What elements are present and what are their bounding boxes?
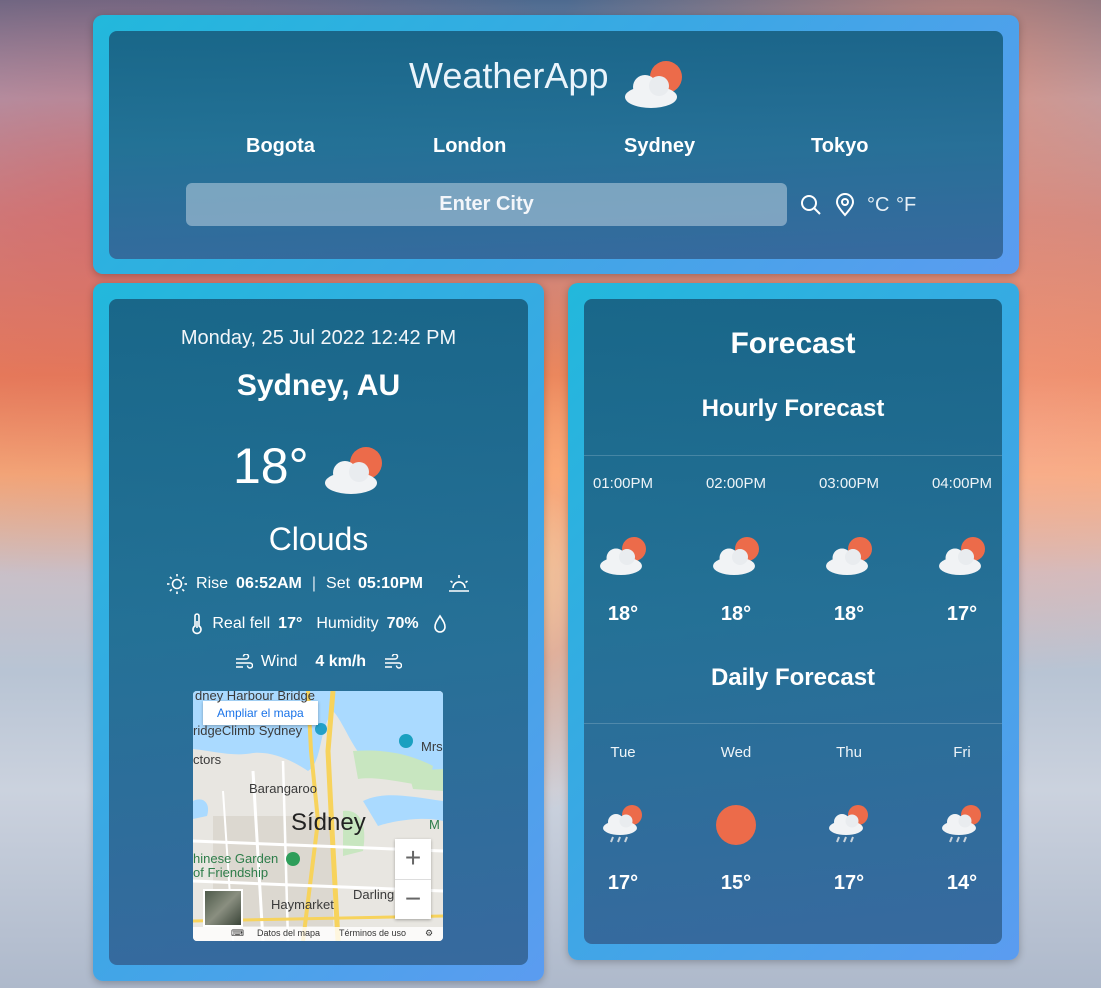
current-temperature: 18° <box>233 438 309 494</box>
city-search-input[interactable] <box>186 183 787 226</box>
hourly-forecast-temp: 18° <box>607 603 639 625</box>
wind-icon <box>235 654 253 669</box>
city-link-bogota[interactable]: Bogota <box>246 135 315 158</box>
daily-forecast-label: Thu <box>836 744 862 761</box>
daily-forecast-title: Daily Forecast <box>710 664 876 691</box>
real-feel-value: 17° <box>278 615 303 632</box>
forecast-frame: Forecast Hourly Forecast 01:00PM 18° 02:00… <box>568 283 1019 960</box>
map-label-garden-2: of Friendship <box>193 865 269 880</box>
search-icon[interactable] <box>799 193 823 217</box>
wind-icon <box>385 654 403 669</box>
daily-forecast-label: Wed <box>720 744 752 761</box>
thermometer-icon <box>192 613 203 635</box>
current-weather-panel: Monday, 25 Jul 2022 12:42 PM Sydney, AU … <box>109 299 528 965</box>
sunrise-time: 06:52AM <box>236 575 302 592</box>
current-weather-frame: Monday, 25 Jul 2022 12:42 PM Sydney, AU … <box>93 283 544 981</box>
city-link-tokyo[interactable]: Tokyo <box>811 135 868 158</box>
hourly-forecast-label: 01:00PM <box>592 475 654 492</box>
current-datetime: Monday, 25 Jul 2022 12:42 PM <box>180 327 457 349</box>
cloud-sun-icon <box>573 535 673 580</box>
sunset-icon <box>448 575 469 592</box>
terms-link[interactable]: Términos de uso <box>339 928 406 938</box>
rain-cloud-sun-icon <box>799 804 899 851</box>
map-data-link[interactable]: Datos del mapa <box>257 928 320 938</box>
hourly-forecast-temp: 17° <box>946 603 978 625</box>
embedded-map[interactable]: Ampliar el mapa dney Harbour Bridge ridg… <box>193 691 443 941</box>
current-condition: Clouds <box>268 521 369 557</box>
map-label-barangaroo: Barangaroo <box>249 781 317 796</box>
separator: | <box>311 575 317 592</box>
sunrise-label: Rise <box>196 575 229 592</box>
sun-icon <box>686 804 786 851</box>
zoom-in-button[interactable]: + <box>395 839 431 879</box>
droplet-icon <box>433 614 446 633</box>
daily-forecast-label: Tue <box>610 744 636 761</box>
humidity-label: Humidity <box>316 615 379 632</box>
rain-cloud-sun-icon <box>573 804 673 851</box>
daily-forecast-temp: 15° <box>720 872 752 894</box>
daily-forecast-temp: 17° <box>833 872 865 894</box>
map-label-mrs: Mrs <box>421 739 443 754</box>
city-link-london[interactable]: London <box>433 135 506 158</box>
unit-fahrenheit-toggle[interactable]: °F <box>896 194 916 217</box>
map-label-bridgeclimb: ridgeClimb Sydney <box>193 723 303 738</box>
satellite-thumbnail[interactable] <box>203 889 243 927</box>
zoom-control: + − <box>395 839 431 919</box>
sunset-time: 05:10PM <box>358 575 423 592</box>
wind-value: 4 km/h <box>315 653 367 670</box>
map-label-garden-1: hinese Garden <box>193 851 279 866</box>
hourly-forecast-title: Hourly Forecast <box>701 395 885 422</box>
humidity-value: 70% <box>386 615 419 632</box>
daily-forecast-temp: 14° <box>946 872 978 894</box>
map-label-ctors: ctors <box>193 752 222 767</box>
real-feel-label: Real fell <box>212 615 271 632</box>
wind-row: Wind 4 km/h <box>109 653 528 671</box>
forecast-panel: Forecast Hourly Forecast 01:00PM 18° 02:00… <box>584 299 1002 944</box>
cloud-sun-icon <box>686 535 786 580</box>
sunset-label: Set <box>326 575 351 592</box>
hourly-forecast-label: 03:00PM <box>818 475 880 492</box>
daily-forecast-label: Fri <box>953 744 971 761</box>
divider <box>584 455 1002 456</box>
map-label-darling: Darling <box>353 887 395 902</box>
cloud-sun-icon <box>325 447 382 494</box>
feel-humidity-row: Real fell 17° Humidity 70% <box>109 613 528 635</box>
report-icon[interactable]: ⚙ <box>425 928 433 939</box>
map-label-city: Sídney <box>291 809 366 836</box>
hourly-forecast-label: 02:00PM <box>705 475 767 492</box>
zoom-out-button[interactable]: − <box>395 879 431 919</box>
hourly-forecast-label: 04:00PM <box>931 475 993 492</box>
cloud-sun-icon <box>799 535 899 580</box>
cloud-sun-logo-icon <box>625 61 682 108</box>
sun-times-row: Rise 06:52AM | Set 05:10PM <box>109 573 528 595</box>
city-link-sydney[interactable]: Sydney <box>624 135 695 158</box>
divider <box>584 723 1002 724</box>
map-footer: ⌨ Datos del mapa Términos de uso ⚙ <box>193 927 443 941</box>
forecast-title: Forecast <box>730 327 856 360</box>
wind-label: Wind <box>260 653 298 670</box>
sunrise-icon <box>167 574 188 594</box>
map-label-haymarket: Haymarket <box>271 897 334 912</box>
current-location: Sydney, AU <box>236 369 401 402</box>
daily-forecast-temp: 17° <box>607 872 639 894</box>
unit-celsius-toggle[interactable]: °C <box>867 194 889 217</box>
hourly-forecast-temp: 18° <box>720 603 752 625</box>
cloud-sun-icon <box>912 535 1012 580</box>
app-title: WeatherApp <box>409 55 609 96</box>
keyboard-icon[interactable]: ⌨ <box>231 928 244 939</box>
map-label-m: M <box>429 817 440 832</box>
location-pin-icon[interactable] <box>834 193 856 217</box>
enlarge-map-button[interactable]: Ampliar el mapa <box>203 701 318 725</box>
rain-cloud-sun-icon <box>912 804 1012 851</box>
map-label-harbour-bridge: dney Harbour Bridge <box>195 691 315 703</box>
header-frame: WeatherApp Bogota London Sydney Tokyo °C… <box>93 15 1019 274</box>
hourly-forecast-temp: 18° <box>833 603 865 625</box>
header-panel: WeatherApp Bogota London Sydney Tokyo °C… <box>109 31 1003 259</box>
